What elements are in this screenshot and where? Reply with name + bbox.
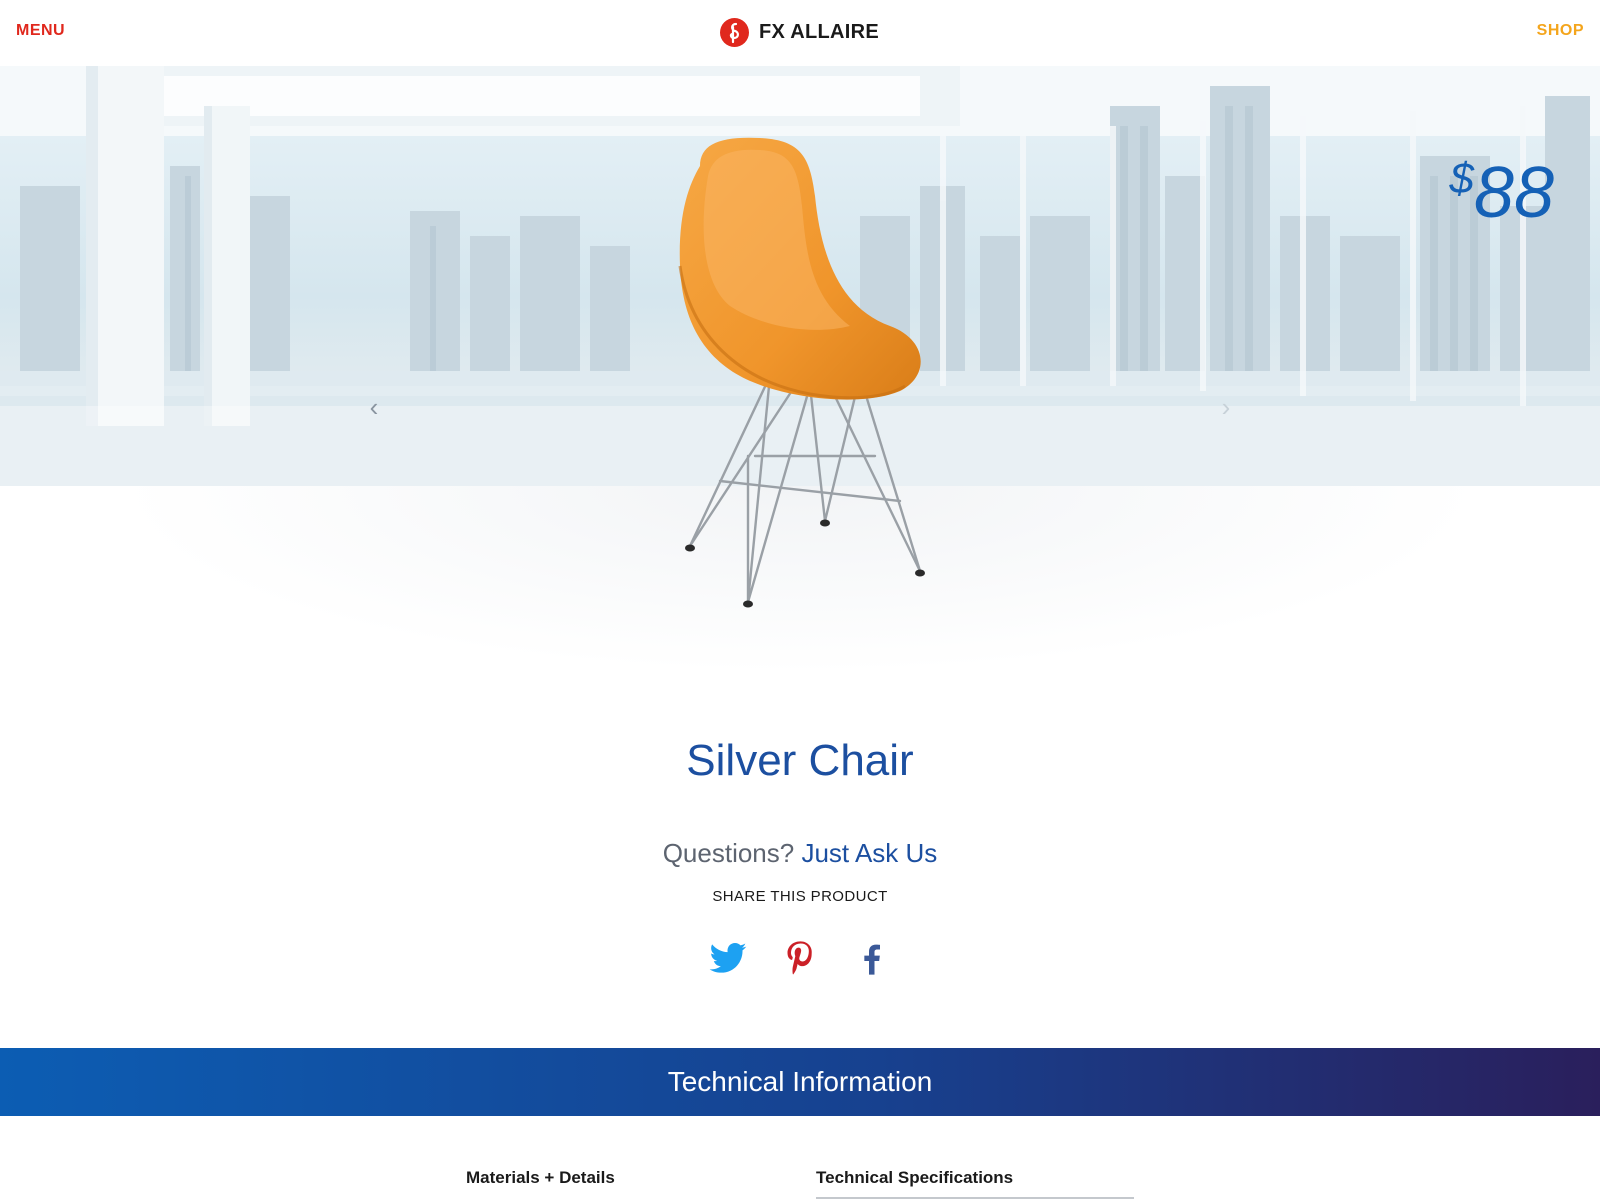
- product-price: $88: [1449, 152, 1554, 234]
- brand-logo-icon: [720, 17, 749, 47]
- shop-link[interactable]: SHOP: [1537, 22, 1584, 40]
- twitter-icon: [709, 943, 747, 973]
- facebook-icon: [864, 944, 880, 975]
- menu-link[interactable]: MENU: [16, 22, 65, 40]
- tab-technical-specifications[interactable]: Technical Specifications: [816, 1168, 1013, 1188]
- brand-home-link[interactable]: FX ALLAIRE: [720, 16, 879, 48]
- active-tab-underline: [816, 1197, 1134, 1199]
- just-ask-us-link[interactable]: Just Ask Us: [801, 838, 937, 868]
- facebook-share-button[interactable]: [852, 938, 892, 978]
- product-image-chair: [678, 137, 925, 608]
- carousel-next-arrow[interactable]: ›: [1216, 392, 1236, 422]
- site-header: MENU FX ALLAIRE SHOP: [0, 0, 1600, 66]
- price-currency: $: [1449, 154, 1474, 203]
- questions-text: Questions?: [662, 838, 795, 868]
- pinterest-share-button[interactable]: [780, 938, 820, 978]
- technical-information-title: Technical Information: [667, 1066, 933, 1097]
- share-product-label: SHARE THIS PRODUCT: [712, 888, 888, 905]
- pinterest-icon: [787, 941, 812, 975]
- technical-information-banner: Technical Information: [0, 1048, 1600, 1116]
- product-title: Silver Chair: [686, 736, 914, 785]
- questions-line: Questions? Just Ask Us: [0, 838, 1600, 869]
- twitter-share-button[interactable]: [708, 938, 748, 978]
- tab-materials-details[interactable]: Materials + Details: [466, 1168, 615, 1188]
- carousel-prev-arrow[interactable]: ‹: [364, 392, 384, 422]
- brand-name: FX ALLAIRE: [759, 20, 880, 43]
- price-amount: 88: [1473, 153, 1554, 233]
